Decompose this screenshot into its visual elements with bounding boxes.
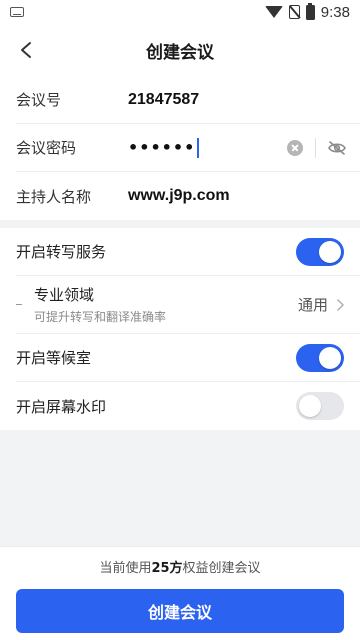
indent-dash xyxy=(16,304,22,305)
waiting-room-row: 开启等候室 xyxy=(16,334,360,382)
no-sim-icon xyxy=(288,5,300,19)
back-button[interactable] xyxy=(10,34,42,66)
toggle-knob xyxy=(319,240,341,263)
domain-value: 通用 xyxy=(297,296,328,314)
eye-off-icon[interactable] xyxy=(328,140,346,155)
meeting-id-label: 会议号 xyxy=(16,91,62,109)
toggle-knob xyxy=(299,395,321,417)
meeting-id-value: 21847587 xyxy=(128,90,200,108)
footer: 当前使用25方权益创建会议 创建会议 xyxy=(0,546,360,640)
transcription-row: 开启转写服务 xyxy=(16,228,360,276)
meeting-info-group: 会议号 21847587 会议密码 •••••• 主持人名称 www.j9p.c… xyxy=(0,76,360,220)
transcription-label: 开启转写服务 xyxy=(16,243,107,261)
host-row: 主持人名称 www.j9p.com xyxy=(16,172,360,220)
transcription-toggle[interactable] xyxy=(296,237,344,266)
password-input[interactable]: •••••• xyxy=(128,137,200,158)
watermark-toggle[interactable] xyxy=(296,392,344,420)
domain-row[interactable]: 专业领域 可提升转写和翻译准确率 通用 xyxy=(16,276,360,334)
text-cursor xyxy=(197,137,200,158)
quota-note-prefix: 当前使用 xyxy=(99,561,152,576)
status-time: 9:38 xyxy=(320,3,350,21)
chevron-left-icon xyxy=(21,42,31,58)
password-label: 会议密码 xyxy=(16,139,77,157)
wifi-icon xyxy=(264,6,283,18)
host-value[interactable]: www.j9p.com xyxy=(128,187,230,205)
page-title: 创建会议 xyxy=(146,42,214,63)
waiting-room-label: 开启等候室 xyxy=(16,349,92,367)
quota-highlight: 25方 xyxy=(151,561,183,576)
options-group: 开启转写服务 专业领域 可提升转写和翻译准确率 通用 开启等候室 开启屏幕水印 xyxy=(0,228,360,430)
header: 创建会议 xyxy=(0,24,360,76)
watermark-label: 开启屏幕水印 xyxy=(16,397,107,416)
status-bar: 9:38 xyxy=(0,0,360,24)
create-meeting-button[interactable]: 创建会议 xyxy=(16,589,344,633)
divider xyxy=(315,137,316,158)
domain-title: 专业领域 xyxy=(34,286,95,304)
keyboard-icon xyxy=(10,7,24,17)
password-value: •••••• xyxy=(128,138,196,157)
toggle-knob xyxy=(319,346,341,369)
battery-icon xyxy=(305,2,315,20)
password-row: 会议密码 •••••• xyxy=(16,124,360,172)
meeting-id-row: 会议号 21847587 xyxy=(16,76,360,124)
watermark-row: 开启屏幕水印 xyxy=(16,382,360,430)
quota-note: 当前使用25方权益创建会议 xyxy=(0,557,360,576)
host-label: 主持人名称 xyxy=(16,187,92,206)
quota-note-suffix: 权益创建会议 xyxy=(182,561,261,576)
waiting-room-toggle[interactable] xyxy=(296,343,344,372)
chevron-right-icon xyxy=(337,298,344,311)
clear-icon[interactable] xyxy=(287,139,303,156)
domain-description: 可提升转写和翻译准确率 xyxy=(34,310,167,324)
